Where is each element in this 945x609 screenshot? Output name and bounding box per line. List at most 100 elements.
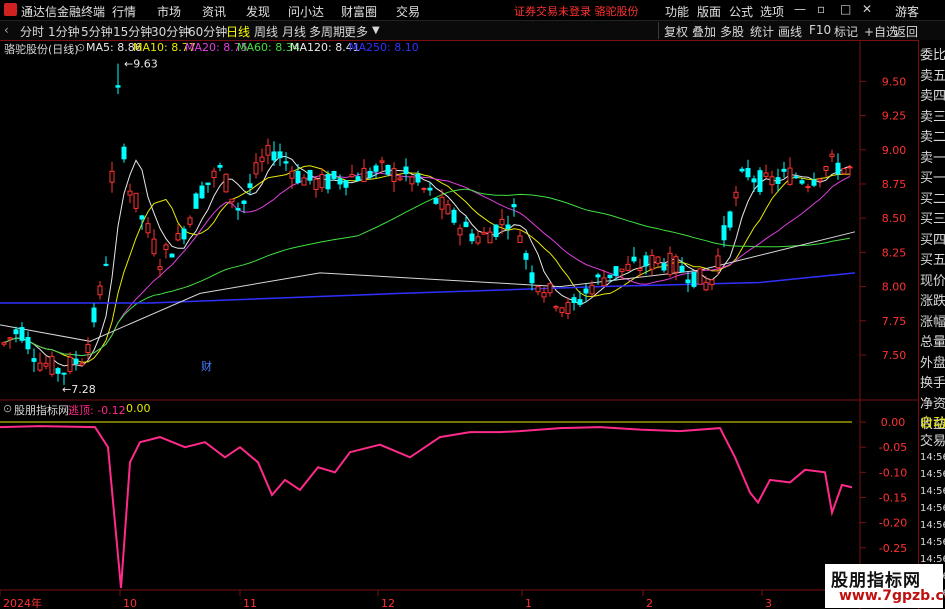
candle-down: [19, 327, 25, 341]
menu-quotes[interactable]: 行情: [112, 3, 136, 20]
menu-layout[interactable]: 版面: [697, 3, 721, 20]
menu-market[interactable]: 市场: [157, 3, 181, 20]
candle-up: [265, 144, 271, 156]
candle-up: [97, 285, 103, 296]
candle-down: [295, 170, 301, 184]
period-tab-intraday[interactable]: 分时: [20, 23, 44, 40]
candle-up: [229, 198, 235, 203]
candlesticks: [1, 63, 853, 386]
menu-options[interactable]: 选项: [760, 3, 784, 20]
price-tick-label: 8.75: [882, 178, 907, 191]
overlay-button[interactable]: 叠加: [692, 23, 716, 40]
period-tab-more[interactable]: 更多: [344, 23, 368, 40]
side-label: 换手: [920, 376, 945, 391]
guest-label[interactable]: 游客: [895, 3, 919, 20]
candle-up: [445, 204, 451, 215]
candle-up: [37, 362, 43, 371]
multi-stock-button[interactable]: 多股: [720, 23, 744, 40]
period-tab-30min[interactable]: 30分钟: [151, 23, 190, 40]
candle-down: [781, 168, 787, 172]
menu-formula[interactable]: 公式: [729, 3, 753, 20]
side-label: 买一: [920, 171, 945, 186]
candle-down: [775, 177, 781, 184]
candle-down: [25, 337, 31, 350]
kline-chart[interactable]: 9.50 9.25 9.00 8.75 8.50 8.25 8.00 7.75 7.50 0.00…: [0, 40, 918, 609]
candle-down: [493, 224, 499, 238]
f10-button[interactable]: F10: [809, 23, 831, 37]
date-tick-label: 10: [123, 597, 137, 609]
candle-up: [49, 355, 55, 375]
period-toolbar: ‹ 分时 1分钟 5分钟 15分钟 30分钟 60分钟 日线 周线 月线 多周期…: [0, 21, 945, 41]
trade-time: 14:56: [920, 520, 945, 531]
candle-up: [847, 166, 853, 169]
add-watchlist-button[interactable]: +自选: [864, 23, 898, 40]
date-tick-label: 2024年: [3, 596, 42, 609]
candle-down: [595, 274, 601, 278]
period-tab-5min[interactable]: 5分钟: [81, 23, 113, 40]
high-price-annotation: ←9.63: [124, 58, 158, 71]
candle-up: [163, 244, 169, 251]
menu-ask[interactable]: 问小达: [288, 3, 324, 20]
side-label: 卖五: [920, 68, 945, 84]
side-tab[interactable]: 交易: [920, 430, 945, 449]
price-tick-label: 7.50: [882, 349, 907, 362]
period-tab-monthly[interactable]: 月线: [282, 23, 306, 40]
candle-up: [541, 292, 547, 298]
candle-up: [535, 286, 541, 293]
side-label: 卖二: [920, 130, 945, 145]
chevron-left-icon[interactable]: ‹: [4, 23, 9, 37]
menu-wealth[interactable]: 财富圈: [341, 3, 377, 20]
login-notice[interactable]: 证券交易未登录 骆驼股份: [514, 3, 639, 19]
candle-up: [817, 178, 823, 182]
side-tab[interactable]: 自动: [920, 412, 945, 431]
period-tab-15min[interactable]: 15分钟: [113, 23, 152, 40]
period-tab-weekly[interactable]: 周线: [254, 23, 278, 40]
candle-down: [139, 215, 145, 220]
candle-up: [823, 165, 829, 171]
candle-down: [469, 233, 475, 242]
draw-line-button[interactable]: 画线: [778, 23, 802, 40]
quote-side-panel: 委比 卖五 卖四 卖三 卖二 卖一 买一 买二 买三 买四 买五 现价 涨跌 涨幅 总量 外盘 换手 净资 收益 自动…: [918, 40, 945, 609]
adjust-button[interactable]: 复权: [664, 23, 688, 40]
restore-icon[interactable]: ▫: [817, 2, 825, 16]
candle-down: [571, 297, 577, 303]
candle-up: [397, 177, 403, 181]
menu-function[interactable]: 功能: [665, 3, 689, 20]
minimize-icon[interactable]: —: [794, 2, 806, 16]
candle-down: [757, 170, 763, 192]
candle-down: [523, 253, 529, 260]
candle-up: [127, 190, 133, 196]
side-label: 买五: [920, 253, 945, 268]
period-tab-daily[interactable]: 日线: [226, 23, 250, 40]
candle-down: [241, 200, 247, 204]
candle-down: [343, 180, 349, 188]
candle-up: [259, 156, 265, 163]
back-button[interactable]: 返回: [894, 23, 918, 40]
period-tab-1min[interactable]: 1分钟: [48, 23, 80, 40]
candle-down: [793, 176, 799, 179]
candle-down: [691, 271, 697, 287]
chevron-down-icon[interactable]: ▼: [372, 25, 380, 36]
maximize-icon[interactable]: □: [840, 2, 851, 16]
indicator-tick-label: -0.10: [879, 466, 907, 479]
side-label: 卖一: [920, 150, 945, 166]
period-tab-60min[interactable]: 60分钟: [188, 23, 227, 40]
close-icon[interactable]: ✕: [862, 2, 872, 16]
chart-grid: [0, 40, 918, 609]
candle-up: [361, 167, 367, 183]
candle-down: [121, 146, 127, 160]
candle-down: [685, 279, 691, 284]
period-tab-multi[interactable]: 多周期: [309, 23, 345, 40]
menu-news[interactable]: 资讯: [202, 3, 226, 20]
mark-button[interactable]: 标记: [834, 23, 858, 40]
price-tick-label: 9.00: [882, 144, 907, 157]
menu-trade[interactable]: 交易: [396, 3, 420, 20]
date-tick-label: 3: [765, 597, 772, 609]
candle-down: [217, 165, 223, 168]
statistics-button[interactable]: 统计: [750, 23, 774, 40]
candle-up: [187, 217, 193, 225]
menu-discover[interactable]: 发现: [246, 3, 270, 20]
side-label: 外盘: [920, 355, 945, 371]
price-tick-label: 9.25: [882, 110, 907, 123]
finance-marker: 财: [201, 359, 212, 373]
